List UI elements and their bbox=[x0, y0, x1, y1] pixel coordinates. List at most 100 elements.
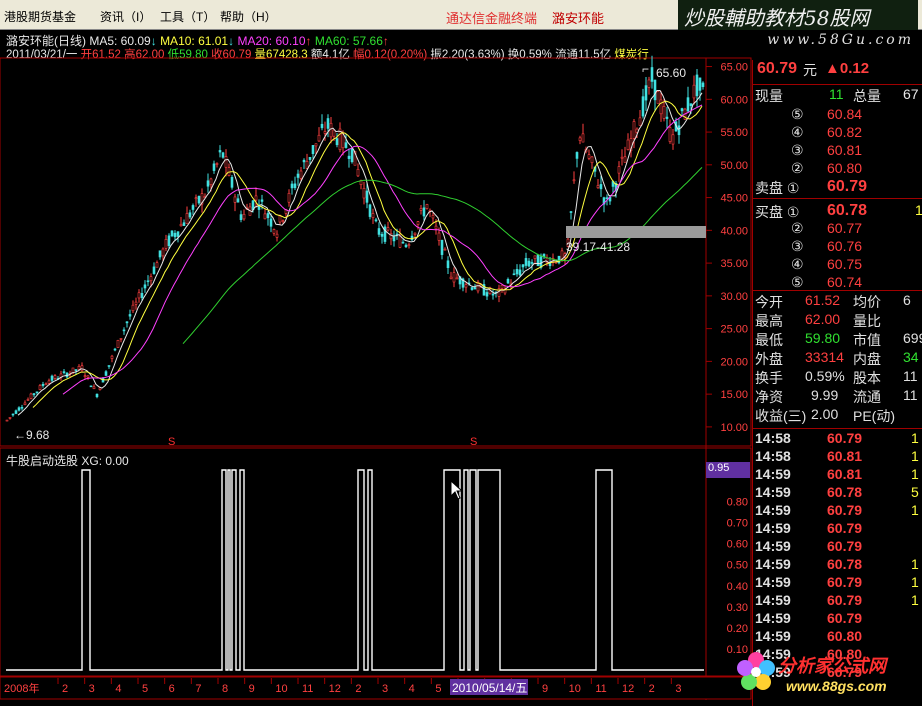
tick-price: 60.78 bbox=[827, 556, 863, 572]
sell-level-price: 60.81 bbox=[827, 142, 863, 158]
candle-body bbox=[416, 221, 420, 225]
tick-price: 60.81 bbox=[827, 466, 863, 482]
indicator-value-badge: 0.95 bbox=[706, 462, 750, 478]
candle-body bbox=[677, 125, 681, 136]
date-axis-label: 11 bbox=[302, 683, 313, 695]
stat-value: 61.52 bbox=[805, 292, 841, 308]
candle-body bbox=[632, 121, 636, 139]
candle-body bbox=[254, 195, 258, 201]
buy-level-volume: 1 bbox=[915, 202, 922, 218]
candle-body bbox=[689, 103, 693, 107]
divider-2 bbox=[752, 198, 922, 199]
candle-body bbox=[386, 227, 390, 231]
candle-body bbox=[527, 260, 531, 267]
support-band bbox=[566, 226, 706, 238]
candle-body bbox=[500, 284, 504, 289]
candle-body bbox=[272, 229, 276, 234]
tick-time: 14:59 bbox=[755, 466, 791, 482]
candle-body bbox=[326, 118, 330, 129]
candle-body bbox=[152, 266, 156, 274]
candle-body bbox=[569, 211, 573, 213]
candle-body bbox=[161, 248, 165, 257]
candle-body bbox=[14, 410, 18, 414]
candle-body bbox=[377, 228, 381, 235]
candle-body bbox=[20, 406, 24, 409]
price-frame bbox=[0, 57, 752, 447]
candle-body bbox=[605, 197, 609, 199]
kline-chart[interactable]: 65.00 60.00 55.00 50.00 45.00 40.00 35.00 30.00… bbox=[0, 0, 752, 706]
date-axis-label: 12 bbox=[329, 683, 341, 695]
candle-body bbox=[350, 148, 354, 163]
stat-row: 换手 0.59% 股本 11 bbox=[755, 368, 922, 386]
candle-body bbox=[32, 393, 36, 396]
candle-body bbox=[512, 273, 516, 276]
candle-body bbox=[47, 380, 51, 384]
candle-body bbox=[422, 207, 426, 217]
candle-body bbox=[641, 96, 645, 117]
stat-value: 9.99 bbox=[811, 387, 839, 403]
tick-time: 14:59 bbox=[755, 484, 791, 500]
tick-row: 14:59 60.78 5 bbox=[755, 484, 922, 502]
candle-body bbox=[620, 156, 624, 159]
indicator-header: 牛股启动选股 XG: 0.00 bbox=[6, 452, 129, 469]
price-axis-label: 30.00 bbox=[720, 291, 748, 303]
range-annotation: 39.17-41.28 bbox=[566, 240, 631, 254]
tick-time: 14:59 bbox=[755, 538, 791, 554]
candle-body bbox=[533, 255, 537, 259]
tick-price: 60.79 bbox=[827, 538, 863, 554]
tick-volume: 1 bbox=[911, 556, 919, 572]
buy-level-price: 60.77 bbox=[827, 220, 863, 236]
candle-body bbox=[293, 183, 297, 189]
candle-body bbox=[371, 213, 375, 218]
date-axis-label: 12 bbox=[622, 683, 634, 695]
stat-row: 收益(三) 2.00 PE(动) bbox=[755, 406, 922, 424]
indicator-axis-label: 0.50 bbox=[727, 560, 748, 572]
candle-body bbox=[179, 223, 183, 227]
volume-row: 现量 11 总量 67 bbox=[755, 86, 922, 104]
stat-label: 最低 bbox=[755, 332, 783, 348]
candle-body bbox=[590, 156, 594, 164]
indicator-axis-label: 0.20 bbox=[727, 623, 748, 635]
candle-body bbox=[413, 232, 417, 235]
candle-body bbox=[29, 393, 33, 399]
candle-body bbox=[167, 235, 171, 246]
candle-body bbox=[311, 145, 315, 154]
buy-level-price: 60.75 bbox=[827, 256, 863, 272]
candle-body bbox=[305, 161, 309, 169]
tick-row: 14:59 60.79 1 bbox=[755, 592, 922, 610]
tick-volume: 1 bbox=[911, 502, 919, 518]
candle-body bbox=[464, 284, 468, 288]
axes: 65.00 60.00 55.00 50.00 45.00 40.00 35.00 30.00… bbox=[57, 62, 748, 695]
candle-body bbox=[125, 321, 129, 324]
candle-body bbox=[443, 248, 447, 251]
tick-volume: 1 bbox=[911, 466, 919, 482]
tick-row: 14:59 60.80 bbox=[755, 628, 922, 646]
quote-change: ▲0.12 bbox=[825, 60, 870, 77]
candle-body bbox=[107, 365, 111, 367]
candle-body bbox=[440, 240, 444, 255]
tick-volume: 1 bbox=[911, 448, 919, 464]
candle-body bbox=[170, 230, 174, 237]
candle-body bbox=[128, 314, 132, 317]
tick-row: 14:59 60.78 1 bbox=[755, 556, 922, 574]
logo-name: 分析家公式网 bbox=[778, 656, 886, 676]
peak-arrow: ⌐ bbox=[642, 62, 650, 76]
candle-body bbox=[449, 276, 453, 279]
tick-time: 14:58 bbox=[755, 430, 791, 446]
date-axis-label: 2 bbox=[62, 683, 68, 695]
buy-level-price: 60.78 bbox=[827, 202, 868, 219]
buy-level-4: ④ 60.75 bbox=[755, 256, 922, 274]
candle-body bbox=[368, 204, 372, 217]
tick-row: 14:58 60.81 1 bbox=[755, 448, 922, 466]
buy-level-3: ③ 60.76 bbox=[755, 238, 922, 256]
candle-body bbox=[185, 213, 189, 224]
price-axis-label: 35.00 bbox=[720, 258, 748, 270]
date-axis-label: 10 bbox=[569, 683, 581, 695]
candle-body bbox=[23, 402, 27, 405]
sell-signal-2: S bbox=[470, 436, 478, 448]
candle-body bbox=[158, 250, 162, 258]
date-axis-label: 4 bbox=[409, 683, 415, 695]
candle-body bbox=[110, 355, 114, 359]
candle-body bbox=[425, 204, 429, 209]
tick-price: 60.79 bbox=[827, 502, 863, 518]
